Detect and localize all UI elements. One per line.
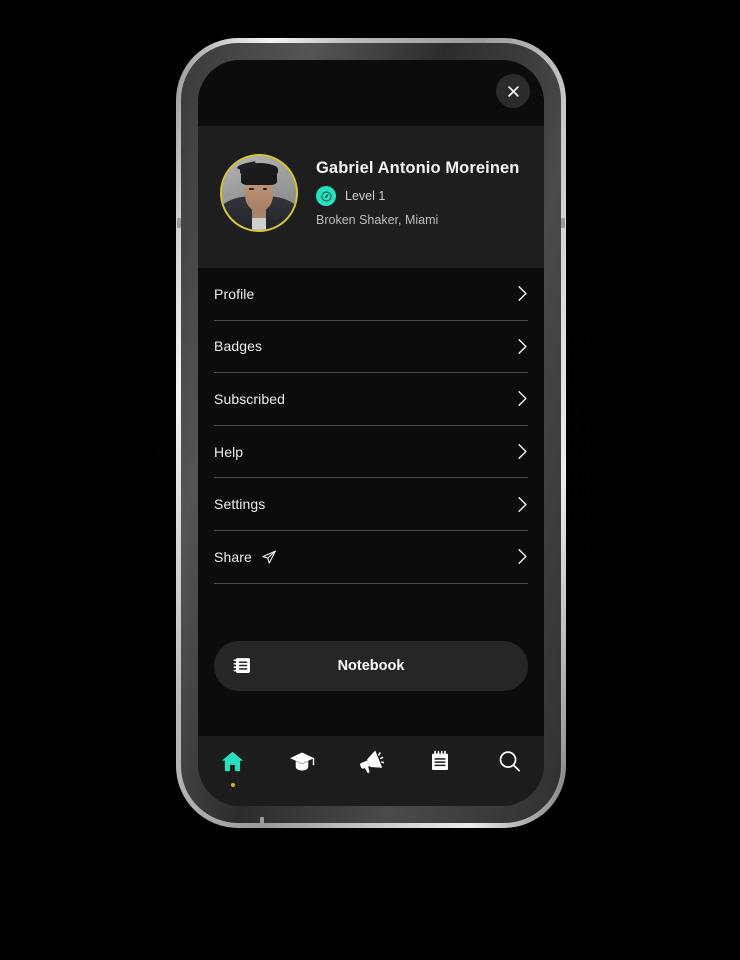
megaphone-icon	[358, 749, 385, 780]
notebook-button-label: Notebook	[337, 657, 405, 674]
chevron-right-icon	[517, 548, 528, 565]
menu-item-label: Share	[214, 548, 252, 565]
chevron-right-icon	[517, 496, 528, 513]
profile-level-label: Level 1	[345, 189, 386, 203]
profile-name: Gabriel Antonio Moreinen	[316, 159, 520, 177]
notebook-button-area: Notebook	[198, 583, 544, 691]
phone-screen: Gabriel Antonio Moreinen Level 1 Broken …	[198, 60, 544, 806]
send-icon	[261, 549, 277, 565]
chevron-right-icon	[517, 443, 528, 460]
menu-item-share[interactable]: Share	[214, 531, 528, 584]
device-left-button	[177, 218, 181, 228]
device-bottom-button	[260, 817, 264, 827]
smartphone-mockup: Gabriel Antonio Moreinen Level 1 Broken …	[176, 38, 566, 828]
profile-header: Gabriel Antonio Moreinen Level 1 Broken …	[198, 126, 544, 268]
profile-venue: Broken Shaker, Miami	[316, 213, 439, 227]
menu-item-subscribed[interactable]: Subscribed	[214, 373, 528, 426]
nav-item-announcements[interactable]	[336, 749, 405, 780]
menu-item-profile[interactable]: Profile	[214, 268, 528, 321]
search-icon	[497, 749, 522, 779]
level-badge-icon	[316, 186, 336, 206]
menu-item-label: Subscribed	[214, 390, 286, 407]
close-button[interactable]	[496, 74, 530, 108]
nav-item-home[interactable]	[198, 749, 267, 787]
avatar[interactable]	[220, 154, 298, 232]
menu-item-settings[interactable]: Settings	[214, 478, 528, 531]
nav-item-learn[interactable]	[267, 749, 336, 780]
bottom-navigation	[198, 736, 544, 806]
chevron-right-icon	[517, 390, 528, 407]
menu-item-label: Badges	[214, 338, 263, 355]
nav-active-dot	[230, 783, 235, 787]
notebook-icon	[232, 655, 253, 676]
graduation-cap-icon	[289, 749, 315, 780]
chevron-right-icon	[517, 338, 528, 355]
menu-list: Profile Badges Subscribed Help Settings …	[198, 268, 544, 584]
menu-item-badges[interactable]: Badges	[214, 321, 528, 374]
home-icon	[220, 749, 245, 779]
menu-item-label: Profile	[214, 285, 255, 302]
menu-item-help[interactable]: Help	[214, 426, 528, 479]
device-top-button	[476, 39, 486, 43]
screenshot-stage: Gabriel Antonio Moreinen Level 1 Broken …	[0, 0, 740, 960]
menu-item-label: Settings	[214, 496, 266, 513]
profile-level-row: Level 1	[316, 186, 519, 206]
notebook-button[interactable]: Notebook	[214, 640, 528, 691]
chevron-right-icon	[517, 285, 528, 302]
nav-item-search[interactable]	[475, 749, 544, 779]
notebook-icon	[428, 749, 452, 778]
menu-item-label: Help	[214, 443, 244, 460]
close-icon	[506, 84, 521, 99]
screen-topbar	[198, 60, 544, 126]
nav-item-notebook[interactable]	[406, 749, 475, 778]
profile-info: Gabriel Antonio Moreinen Level 1 Broken …	[316, 159, 519, 227]
device-right-button	[561, 218, 565, 228]
